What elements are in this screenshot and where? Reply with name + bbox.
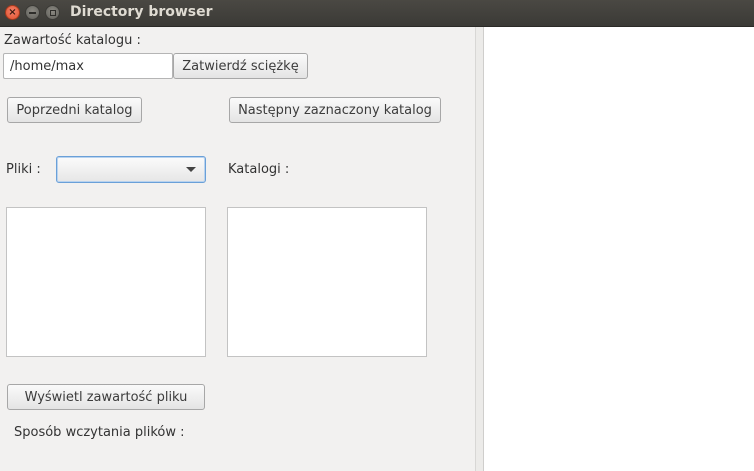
directories-label: Katalogi :: [228, 162, 290, 177]
maximize-icon: [49, 9, 56, 16]
file-content-area[interactable]: [484, 27, 754, 471]
close-icon: ×: [8, 6, 17, 18]
path-input[interactable]: [3, 53, 173, 79]
files-list[interactable]: [6, 207, 206, 357]
window-title: Directory browser: [70, 4, 213, 20]
directories-list[interactable]: [227, 207, 427, 357]
title-bar: × Directory browser: [0, 0, 754, 27]
show-file-content-button[interactable]: Wyświetl zawartość pliku: [7, 384, 205, 410]
previous-directory-button[interactable]: Poprzedni katalog: [7, 97, 142, 123]
minimize-icon: [29, 11, 36, 14]
files-label: Pliki :: [6, 162, 41, 177]
directory-content-label: Zawartość katalogu :: [4, 33, 141, 48]
next-selected-directory-button[interactable]: Następny zaznaczony katalog: [229, 97, 441, 123]
file-read-mode-label: Sposób wczytania plików :: [14, 425, 185, 440]
files-combo-box[interactable]: [56, 156, 206, 183]
confirm-path-button[interactable]: Zatwierdź sciężkę: [173, 53, 308, 79]
minimize-window-button[interactable]: [25, 5, 40, 20]
split-pane-divider[interactable]: [475, 27, 484, 471]
close-window-button[interactable]: ×: [5, 5, 20, 20]
chevron-down-icon: [186, 167, 196, 172]
maximize-window-button[interactable]: [45, 5, 60, 20]
